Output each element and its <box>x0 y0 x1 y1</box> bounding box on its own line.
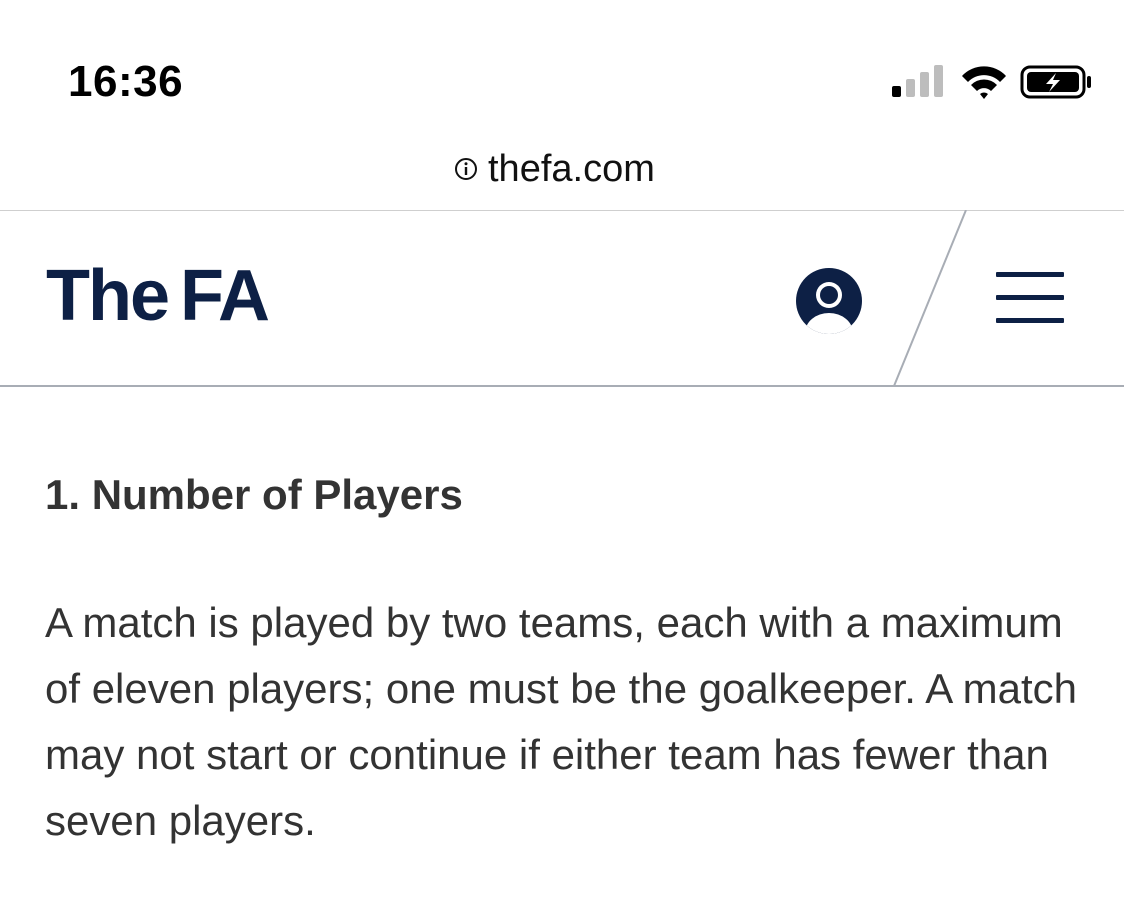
menu-line-top <box>996 272 1064 277</box>
section-heading: 1. Number of Players <box>45 471 463 518</box>
status-bar: 16:36 <box>0 0 1124 130</box>
menu-line-bottom <box>996 318 1064 323</box>
status-icons <box>890 62 1100 102</box>
header-bottom-rule <box>0 385 1124 387</box>
article-content: 1. Number of Players A match is played b… <box>45 460 1085 854</box>
cellular-signal-icon <box>892 65 943 97</box>
status-time: 16:36 <box>68 57 184 106</box>
battery-charging-icon <box>1020 65 1091 99</box>
url-text: thefa.com <box>488 148 655 190</box>
url-display[interactable]: thefa.com <box>454 146 655 192</box>
thefa-logo[interactable]: The FA <box>46 256 270 336</box>
wifi-icon <box>962 66 1006 99</box>
header-divider-slash <box>893 210 967 387</box>
menu-line-middle <box>996 295 1064 300</box>
logo-text-fa: FA <box>180 256 270 336</box>
logo-text-the: The <box>46 256 170 336</box>
account-button[interactable] <box>795 267 863 335</box>
info-icon[interactable] <box>454 157 478 181</box>
section-body: A match is played by two teams, each wit… <box>45 599 1077 844</box>
hamburger-menu-icon[interactable] <box>996 272 1066 326</box>
user-account-icon <box>796 268 862 334</box>
